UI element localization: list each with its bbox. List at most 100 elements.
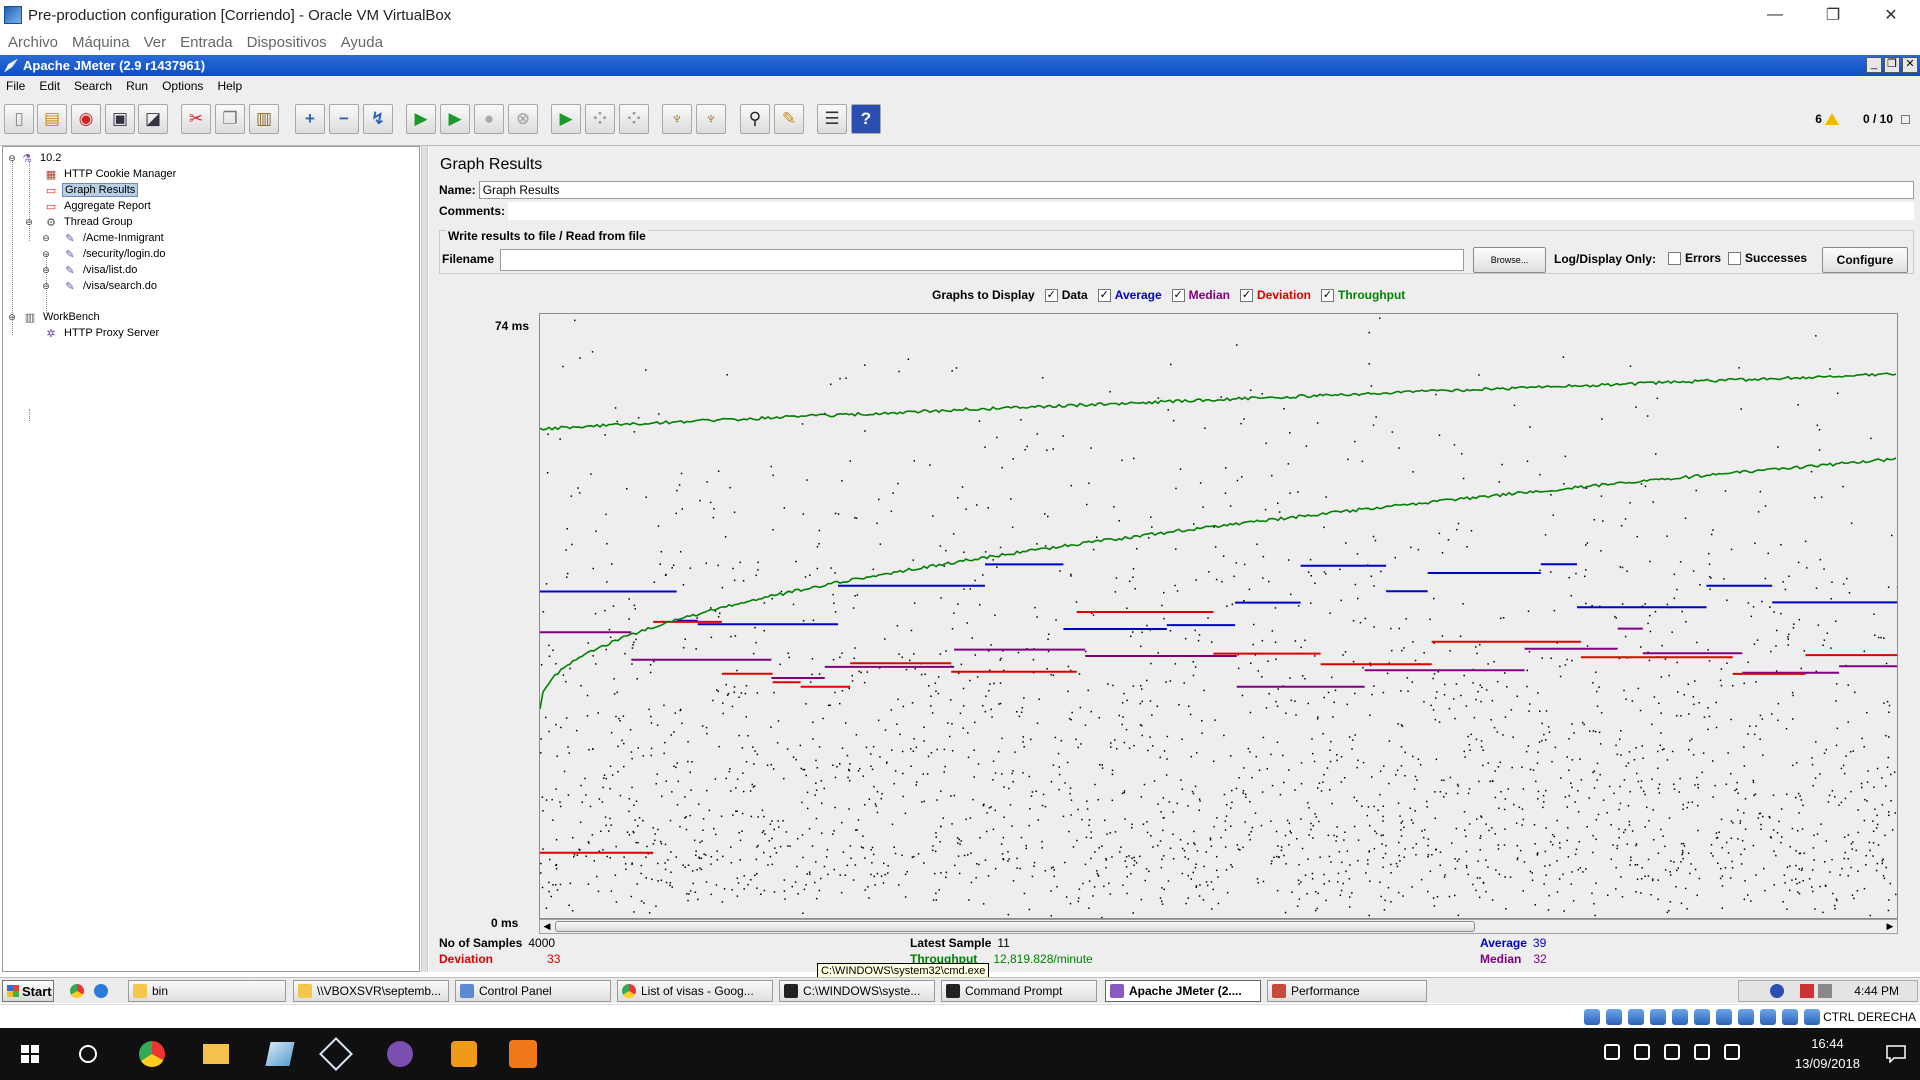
minimize-button[interactable]: — bbox=[1746, 0, 1804, 30]
collapse-all-icon[interactable]: − bbox=[329, 104, 359, 134]
cpu-status-icon[interactable] bbox=[1760, 1009, 1776, 1025]
maximize-button[interactable]: ❐ bbox=[1804, 0, 1862, 30]
tree-node-proxy-server[interactable]: ✲ HTTP Proxy Server bbox=[44, 325, 161, 341]
menu-help[interactable]: Help bbox=[217, 79, 242, 93]
tree-node-sampler-acme[interactable]: ✎ /Acme-Inmigrant bbox=[63, 230, 166, 246]
menu-search[interactable]: Search bbox=[74, 79, 112, 93]
usb-status-icon[interactable] bbox=[1672, 1009, 1688, 1025]
menu-file[interactable]: File bbox=[6, 79, 25, 93]
menu-maquina[interactable]: Máquina bbox=[72, 34, 130, 51]
errors-checkbox[interactable]: Errors bbox=[1668, 251, 1721, 266]
graph-option-deviation[interactable]: ✓ Deviation bbox=[1239, 288, 1311, 302]
display-status-icon[interactable] bbox=[1716, 1009, 1732, 1025]
start-button[interactable]: Start bbox=[2, 980, 54, 1002]
close-button[interactable]: ✕ bbox=[1862, 0, 1920, 30]
menu-run[interactable]: Run bbox=[126, 79, 148, 93]
reset-search-icon[interactable]: ✎ bbox=[774, 104, 804, 134]
open-icon[interactable]: ◉ bbox=[71, 104, 101, 134]
tree-node-sampler-login[interactable]: ✎ /security/login.do bbox=[63, 246, 168, 262]
tree-node-aggregate-report[interactable]: ▭ Aggregate Report bbox=[44, 198, 153, 214]
menu-ayuda[interactable]: Ayuda bbox=[341, 34, 383, 51]
jmeter-minimize-button[interactable]: _ bbox=[1866, 57, 1882, 73]
taskbar-chrome-visas[interactable]: List of visas - Goog... bbox=[617, 980, 773, 1002]
help-icon[interactable]: ? bbox=[851, 104, 881, 134]
expand-all-icon[interactable]: + bbox=[295, 104, 325, 134]
templates-icon[interactable]: ▤ bbox=[37, 104, 67, 134]
save-as-icon[interactable]: ◪ bbox=[138, 104, 168, 134]
paste-icon[interactable]: ▥ bbox=[249, 104, 279, 134]
warning-icon[interactable] bbox=[1824, 113, 1839, 125]
jmeter-close-button[interactable]: ✕ bbox=[1902, 57, 1918, 73]
tree-toggle-thread-group[interactable]: ⊖ bbox=[25, 218, 33, 227]
start-no-pauses-icon[interactable]: ▶ bbox=[440, 104, 470, 134]
audio-status-icon[interactable] bbox=[1628, 1009, 1644, 1025]
mouse-integration-icon[interactable] bbox=[1782, 1009, 1798, 1025]
windows-start-icon[interactable] bbox=[12, 1036, 48, 1072]
data-checkbox[interactable]: ✓ bbox=[1044, 288, 1058, 302]
throughput-checkbox[interactable]: ✓ bbox=[1321, 288, 1334, 302]
comments-field[interactable] bbox=[508, 202, 1914, 220]
tree-node-thread-group[interactable]: ⚙ Thread Group bbox=[44, 214, 134, 230]
tree-node-sampler-visa-search[interactable]: ✎ /visa/search.do bbox=[63, 278, 159, 294]
sublime-text-icon[interactable] bbox=[446, 1036, 482, 1072]
taskbar-bin[interactable]: bin bbox=[128, 980, 286, 1002]
new-icon[interactable]: ▯ bbox=[4, 104, 34, 134]
successes-checkbox[interactable]: Successes bbox=[1728, 251, 1807, 266]
cortana-search-icon[interactable] bbox=[70, 1036, 106, 1072]
menu-ver[interactable]: Ver bbox=[144, 34, 167, 51]
guest-network-icon[interactable] bbox=[1800, 984, 1815, 998]
remote-shutdown-icon[interactable]: ⁘ bbox=[619, 104, 649, 134]
tree-toggle-test-plan[interactable]: ⊖ bbox=[8, 154, 16, 163]
remote-start-icon[interactable]: ▶ bbox=[551, 104, 581, 134]
taskbar-control-panel[interactable]: Control Panel bbox=[455, 980, 611, 1002]
notepad-app-icon[interactable] bbox=[262, 1036, 298, 1072]
virtualbox-app-icon[interactable] bbox=[318, 1036, 354, 1072]
menu-edit[interactable]: Edit bbox=[39, 79, 60, 93]
optical-status-icon[interactable] bbox=[1606, 1009, 1622, 1025]
tree-toggle-workbench[interactable]: ⊖ bbox=[8, 313, 16, 322]
menu-options[interactable]: Options bbox=[162, 79, 203, 93]
search-icon[interactable]: ⚲ bbox=[740, 104, 770, 134]
taskbar-cmd-system32[interactable]: C:\WINDOWS\syste... bbox=[779, 980, 935, 1002]
configure-button[interactable]: Configure bbox=[1822, 247, 1908, 273]
copy-icon[interactable]: ❐ bbox=[215, 104, 245, 134]
menu-dispositivos[interactable]: Dispositivos bbox=[247, 34, 327, 51]
graph-option-median[interactable]: ✓ Median bbox=[1171, 288, 1230, 302]
guest-vbox-tray-icon[interactable] bbox=[1818, 984, 1833, 998]
host-tray-icon-1[interactable] bbox=[1604, 1044, 1620, 1060]
volume-icon[interactable] bbox=[1694, 1044, 1710, 1060]
shared-folders-icon[interactable] bbox=[1694, 1009, 1710, 1025]
chrome-taskbar-icon[interactable] bbox=[134, 1036, 170, 1072]
tree-toggle-sampler-2[interactable]: ⊖ bbox=[42, 250, 50, 259]
file-explorer-icon[interactable] bbox=[198, 1036, 234, 1072]
taskbar-performance[interactable]: Performance bbox=[1267, 980, 1427, 1002]
average-checkbox[interactable]: ✓ bbox=[1097, 288, 1111, 302]
remote-stop-icon[interactable]: ⁘ bbox=[585, 104, 615, 134]
successes-checkbox-box[interactable] bbox=[1728, 252, 1741, 266]
pdf-app-icon[interactable] bbox=[505, 1036, 541, 1072]
graph-option-average[interactable]: ✓ Average bbox=[1097, 288, 1162, 302]
taskbar-jmeter[interactable]: Apache JMeter (2.... bbox=[1105, 980, 1261, 1002]
tree-node-test-plan[interactable]: ⚗ 10.2 bbox=[20, 150, 63, 166]
deviation-checkbox[interactable]: ✓ bbox=[1239, 288, 1253, 302]
chrome-quicklaunch-icon[interactable] bbox=[70, 980, 88, 1002]
recording-status-icon[interactable] bbox=[1738, 1009, 1754, 1025]
battery-icon[interactable] bbox=[1634, 1044, 1650, 1060]
start-icon[interactable]: ▶ bbox=[406, 104, 436, 134]
scroll-right-icon[interactable]: ▶ bbox=[1884, 921, 1896, 932]
tree-node-cookie-manager[interactable]: ▦ HTTP Cookie Manager bbox=[44, 166, 178, 182]
function-helper-icon[interactable]: ☰ bbox=[817, 104, 847, 134]
guest-help-icon[interactable] bbox=[1770, 984, 1785, 998]
network-status-icon[interactable] bbox=[1650, 1009, 1666, 1025]
stop-icon[interactable]: ● bbox=[474, 104, 504, 134]
ie-quicklaunch-icon[interactable] bbox=[94, 980, 112, 1002]
errors-checkbox-box[interactable] bbox=[1668, 252, 1681, 266]
github-app-icon[interactable] bbox=[382, 1036, 418, 1072]
clear-icon[interactable]: ♆ bbox=[662, 104, 692, 134]
toggle-icon[interactable]: ↯ bbox=[363, 104, 393, 134]
hdd-status-icon[interactable] bbox=[1584, 1009, 1600, 1025]
notifications-icon[interactable] bbox=[1878, 1036, 1914, 1072]
filename-input[interactable] bbox=[500, 249, 1464, 271]
test-plan-tree[interactable]: ⊖ ⚗ 10.2 ▦ HTTP Cookie Manager ▭ Graph R… bbox=[2, 146, 420, 972]
jmeter-restore-button[interactable]: ❐ bbox=[1884, 57, 1900, 73]
